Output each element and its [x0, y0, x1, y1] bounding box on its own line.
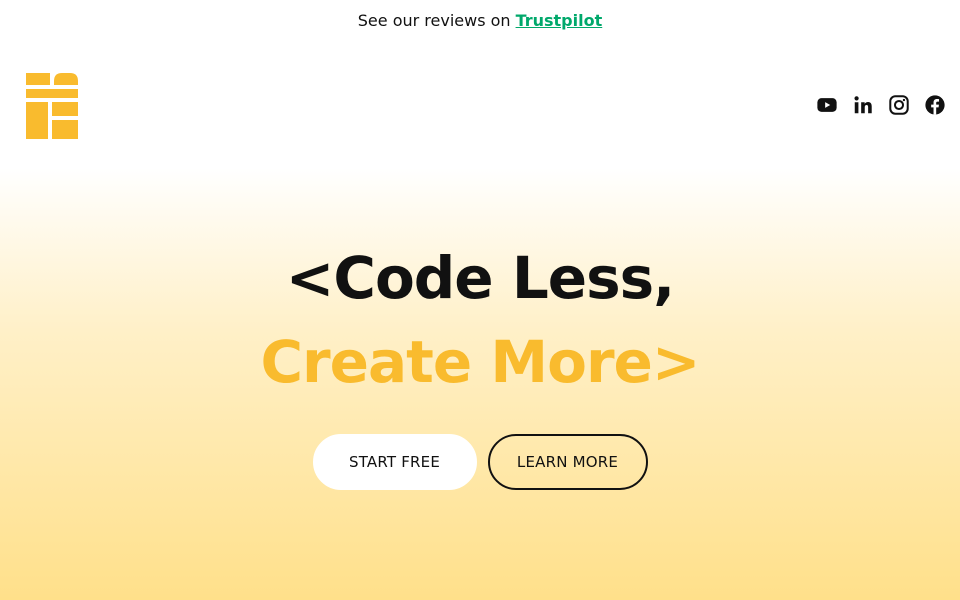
hero-headline-line2: Create More>: [0, 320, 960, 404]
start-free-button[interactable]: START FREE: [312, 434, 477, 490]
open-chevron: <: [285, 244, 335, 312]
social-links: [816, 94, 946, 116]
stacked-blocks-logo-icon: [26, 73, 78, 139]
trustpilot-link[interactable]: Trustpilot: [516, 11, 603, 30]
hero-section: <Code Less, Create More>: [0, 236, 960, 404]
hero-actions: START FREE LEARN MORE: [0, 434, 960, 490]
instagram-icon[interactable]: [888, 94, 910, 116]
youtube-icon[interactable]: [816, 94, 838, 116]
facebook-icon[interactable]: [924, 94, 946, 116]
review-banner-text: See our reviews on: [357, 10, 511, 30]
linkedin-icon[interactable]: [852, 94, 874, 116]
learn-more-button[interactable]: LEARN MORE: [487, 434, 648, 490]
brand-logo[interactable]: [26, 73, 78, 139]
hero-headline-line1: <Code Less,: [0, 236, 960, 320]
hero-subheadline-text: Create More: [260, 328, 652, 396]
review-banner: See our reviews on Trustpilot: [0, 0, 960, 40]
hero-headline-text: Code Less,: [333, 244, 675, 312]
close-chevron: >: [651, 328, 701, 396]
